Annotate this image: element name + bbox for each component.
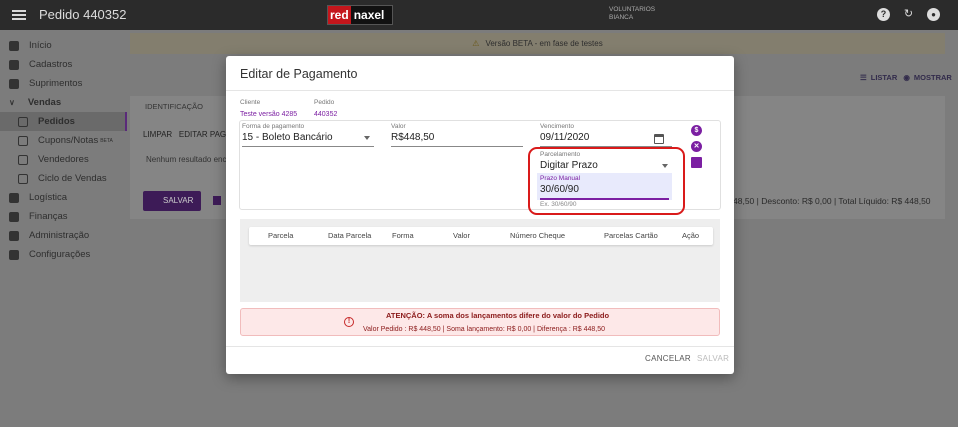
installments-table: Parcela Data Parcela Forma Valor Número …: [240, 219, 720, 302]
user-info: VOLUNTARIOS BIANCA: [609, 6, 656, 21]
sidebar-item-cupons[interactable]: Cupons/Notas BETA: [0, 131, 127, 150]
cancel-button[interactable]: CANCELAR: [645, 354, 691, 363]
sidebar: Início Cadastros Suprimentos ∨ Vendas Ped…: [0, 30, 127, 427]
warning-alert: ! ATENÇÃO: A soma dos lançamentos difere…: [240, 308, 720, 336]
editar-pagamento-button[interactable]: EDITAR PAGA: [179, 130, 232, 139]
eye-icon: ◉: [903, 73, 910, 82]
sidebar-item-cadastros[interactable]: Cadastros: [0, 55, 127, 74]
col-parcelas-cartao: Parcelas Cartão: [604, 231, 658, 240]
save-icon[interactable]: [213, 196, 221, 205]
pedido-link[interactable]: 440352: [314, 111, 337, 118]
save-icon[interactable]: [691, 157, 702, 168]
sidebar-item-configuracoes[interactable]: Configurações: [0, 245, 127, 264]
close-circle-icon[interactable]: ✕: [691, 141, 702, 152]
col-parcela: Parcela: [268, 231, 294, 240]
refresh-icon[interactable]: ↻: [902, 8, 915, 21]
save-button[interactable]: SALVAR: [697, 354, 729, 363]
folder-icon: [9, 59, 19, 70]
page-title: Pedido 440352: [39, 7, 127, 22]
col-numero-cheque: Número Cheque: [510, 231, 566, 240]
box-icon: [9, 78, 19, 89]
alert-icon: !: [344, 317, 354, 327]
edit-payment-dialog: Editar de Pagamento Cliente Teste versão…: [226, 56, 734, 374]
sidebar-item-vendedores[interactable]: Vendedores: [0, 150, 127, 169]
background-save-button[interactable]: SALVAR: [143, 191, 201, 211]
col-valor: Valor: [453, 231, 470, 240]
account-icon[interactable]: ●: [927, 8, 940, 21]
alert-title: ATENÇÃO: A soma dos lançamentos difere d…: [386, 311, 610, 320]
col-acao: Ação: [682, 231, 700, 240]
beta-banner: ⚠ Versão BETA - em fase de testes: [130, 33, 945, 54]
order-totals: 48,50 | Desconto: R$ 0,00 | Total Líquid…: [733, 196, 931, 206]
col-data-parcela: Data Parcela: [328, 231, 372, 240]
highlight-box: [528, 147, 685, 215]
dialog-title: Editar de Pagamento: [240, 67, 358, 81]
forma-pagamento-select[interactable]: Forma de pagamento 15 - Boleto Bancário: [242, 123, 374, 147]
sidebar-item-logistica[interactable]: Logística: [0, 188, 127, 207]
help-icon[interactable]: ?: [877, 8, 890, 21]
logo: red naxel: [327, 5, 393, 25]
list-icon: ☰: [860, 73, 867, 82]
home-icon: [9, 40, 19, 51]
dollar-icon[interactable]: $: [691, 125, 702, 136]
no-result-text: Nenhum resultado enco: [146, 155, 231, 164]
sidebar-item-vendas[interactable]: ∨ Vendas: [0, 93, 127, 112]
table-header: Parcela Data Parcela Forma Valor Número …: [249, 227, 713, 245]
mostrar-link[interactable]: MOSTRAR: [914, 73, 952, 82]
dropdown-arrow-icon: [364, 136, 370, 140]
view-links: ☰ LISTAR ◉ MOSTRAR: [856, 73, 952, 82]
divider: [226, 90, 734, 91]
calendar-icon[interactable]: [654, 134, 664, 144]
cliente-label: Cliente: [240, 99, 261, 106]
chevron-down-icon: ∨: [9, 98, 15, 107]
vencimento-field[interactable]: Vencimento 09/11/2020: [540, 123, 672, 147]
list-icon: [18, 116, 28, 127]
divider: [226, 346, 734, 347]
tab-identificacao[interactable]: IDENTIFICAÇÃO: [145, 102, 203, 111]
listar-link[interactable]: LISTAR: [871, 73, 898, 82]
sidebar-item-pedidos[interactable]: Pedidos: [0, 112, 127, 131]
col-forma: Forma: [392, 231, 414, 240]
badge-icon: [18, 154, 28, 165]
alert-detail: Valor Pedido : R$ 448,50 | Soma lançamen…: [363, 326, 606, 333]
sidebar-item-ciclo-vendas[interactable]: Ciclo de Vendas: [0, 169, 127, 188]
infinity-icon: [18, 173, 28, 184]
valor-field[interactable]: Valor R$448,50: [391, 123, 523, 147]
receipt-icon: [18, 135, 28, 146]
gear-icon: [9, 249, 19, 260]
shield-icon: [9, 230, 19, 241]
pedido-label: Pedido: [314, 99, 335, 106]
menu-icon[interactable]: [12, 8, 26, 22]
app-bar: Pedido 440352 red naxel VOLUNTARIOS BIANC…: [0, 0, 958, 30]
limpar-button[interactable]: LIMPAR: [143, 130, 172, 139]
sidebar-item-financas[interactable]: Finanças: [0, 207, 127, 226]
warning-icon: ⚠: [472, 39, 480, 48]
dollar-icon: [9, 211, 19, 222]
cliente-link[interactable]: Teste versão 4285: [240, 111, 297, 118]
sidebar-item-administracao[interactable]: Administração: [0, 226, 127, 245]
sidebar-item-inicio[interactable]: Início: [0, 36, 127, 55]
background-actions: LIMPAR EDITAR PAGA: [143, 130, 231, 139]
sidebar-item-suprimentos[interactable]: Suprimentos: [0, 74, 127, 93]
diamond-icon: [9, 192, 19, 203]
